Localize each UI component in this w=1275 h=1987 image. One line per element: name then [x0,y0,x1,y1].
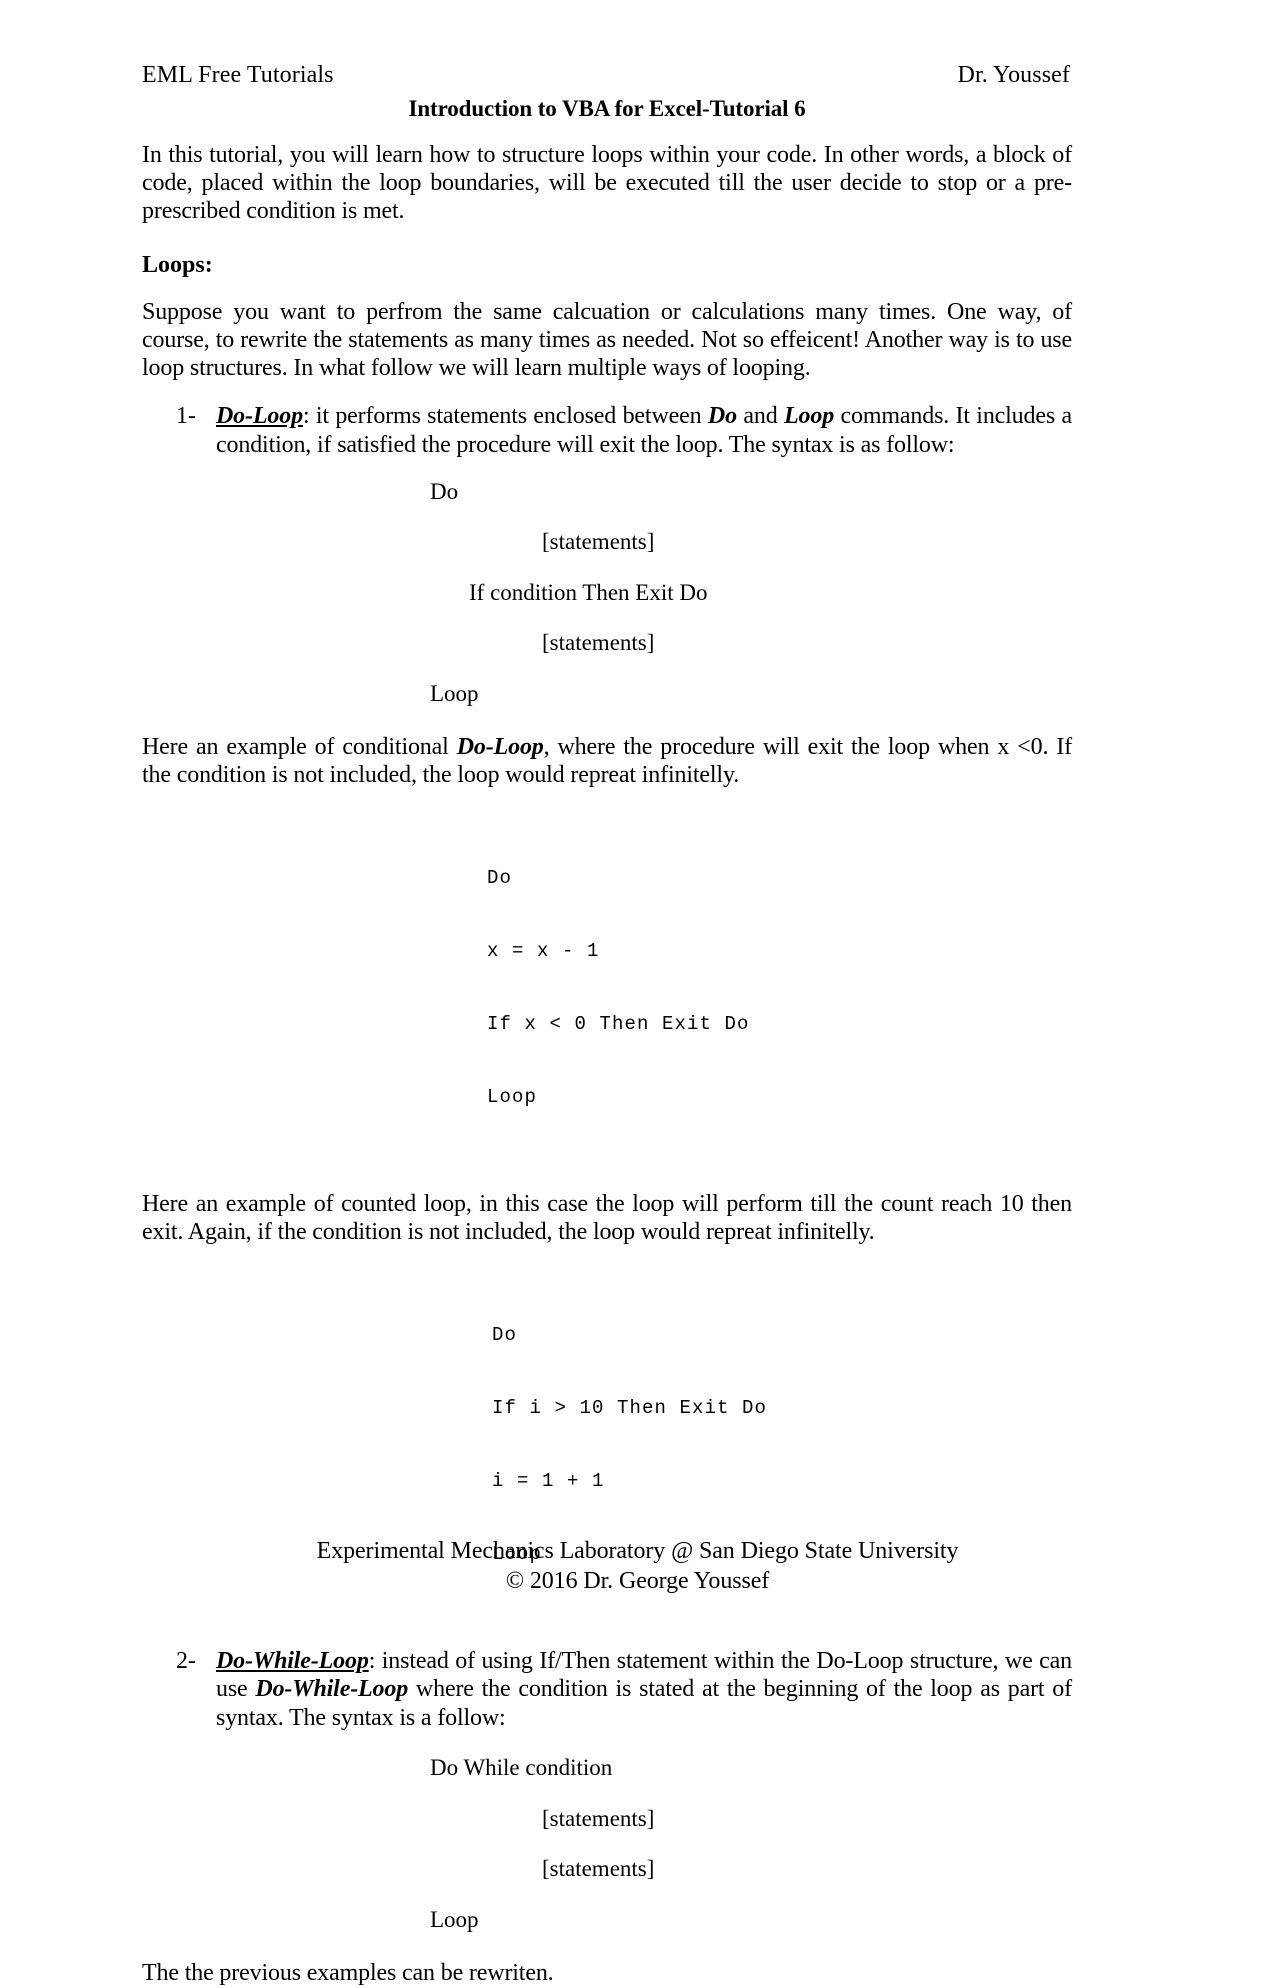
list-marker-2: 2- [176,1647,196,1674]
list-item-do-while-loop: 2- Do-While-Loop: instead of using If/The… [142,1647,1072,1733]
intro-paragraph: In this tutorial, you will learn how to … [142,141,1072,225]
list-item-do-loop: 1- Do-Loop: it performs statements enclos… [142,402,1072,459]
page-content: EML Free Tutorials Dr. Youssef Introduct… [142,62,1072,1987]
syntax-line: [statements] [542,1856,655,1882]
term-do-while-loop: Do-While-Loop [216,1647,369,1674]
item1-text-b: and [736,403,784,430]
code-line: Loop [487,1085,538,1108]
closing-paragraph: The the previous examples can be rewrite… [142,1959,554,1986]
example1-lead-a: Here an example of conditional [142,733,457,760]
syntax-line: [statements] [542,630,655,656]
syntax-block-do-while-loop: Do While condition [statements] [stateme… [142,1754,1072,1933]
syntax-line: [statements] [542,1805,655,1831]
document-page: EML Free Tutorials Dr. Youssef Introduct… [0,0,1275,1986]
loops-paragraph: Suppose you want to perfrom the same cal… [142,298,1072,382]
section-heading-loops: Loops: [142,251,213,278]
keyword-do-loop: Do-Loop [456,733,544,760]
footer-line-1: Experimental Mechanics Laboratory @ San … [316,1538,959,1565]
numbered-list-item-1: 1- Do-Loop: it performs statements enclos… [142,402,1072,459]
syntax-block-do-loop: Do [statements] If condition Then Exit D… [142,478,1072,708]
page-footer: Experimental Mechanics Laboratory @ San … [0,1537,1275,1596]
syntax-line: If condition Then Exit Do [469,579,708,605]
keyword-loop: Loop [784,403,835,430]
code-line: Do [492,1323,518,1346]
list-marker-1: 1- [176,403,196,430]
keyword-do: Do [707,403,737,430]
running-head-right: Dr. Youssef [957,62,1070,88]
syntax-line: Loop [430,680,479,706]
syntax-line: Do While condition [430,1755,613,1781]
term-do-loop: Do-Loop [216,403,303,430]
item1-text-a: : it performs statements enclosed betwee… [302,403,708,430]
running-head: EML Free Tutorials Dr. Youssef [142,62,1072,90]
numbered-list-item-2: 2- Do-While-Loop: instead of using If/The… [142,1647,1072,1733]
page-title: Introduction to VBA for Excel-Tutorial 6 [408,95,806,121]
running-head-left: EML Free Tutorials [142,62,334,88]
code-block-example-1: Do x = x - 1 If x < 0 Then Exit Do Loop [142,817,1072,1157]
code-line: Do [487,866,513,889]
code-line: If i > 10 Then Exit Do [492,1396,768,1419]
code-line: x = x - 1 [487,939,600,962]
code-line: i = 1 + 1 [492,1469,605,1492]
example2-lead: Here an example of counted loop, in this… [142,1190,1072,1245]
example1-lead: Here an example of conditional Do-Loop, … [142,733,1072,790]
syntax-line: Loop [430,1906,479,1932]
code-line: If x < 0 Then Exit Do [487,1012,750,1035]
keyword-do-while-loop: Do-While-Loop [255,1676,409,1703]
syntax-line: [statements] [542,529,655,555]
syntax-line: Do [430,478,459,504]
footer-line-2: © 2016 Dr. George Youssef [505,1567,770,1594]
